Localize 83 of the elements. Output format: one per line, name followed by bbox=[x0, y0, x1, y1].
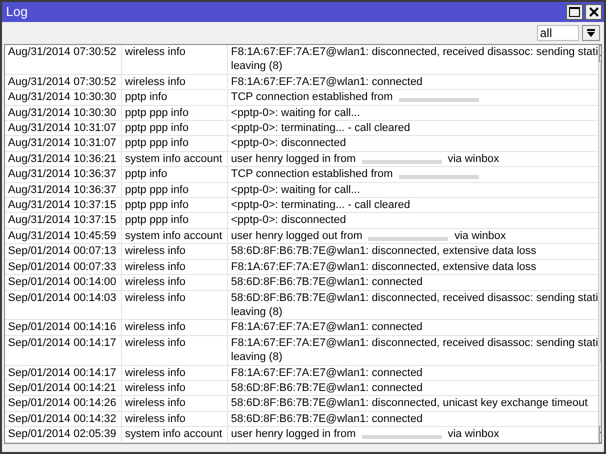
time-cell: Sep/01/2014 00:14:03 bbox=[5, 290, 122, 320]
time-cell: Aug/31/2014 10:30:30 bbox=[5, 106, 122, 120]
topics-cell: wireless info bbox=[122, 336, 228, 365]
time-cell: Sep/01/2014 00:14:17 bbox=[5, 366, 122, 380]
window-title: Log bbox=[6, 3, 28, 22]
message-text: 58:6D:8F:B6:7B:7E@wlan1: disconnected, unicast key exchange timeout bbox=[231, 396, 588, 411]
message-text: <pptp-0>: waiting for call... bbox=[231, 106, 360, 120]
message-text: 58:6D:8F:B6:7B:7E@wlan1: connected bbox=[231, 275, 423, 290]
time-cell: Aug/31/2014 07:30:52 bbox=[5, 45, 122, 74]
maximize-icon bbox=[569, 7, 580, 17]
topics-cell: pptp ppp info bbox=[122, 136, 228, 151]
topics-cell: wireless info bbox=[122, 366, 228, 380]
message-text: leaving (8) bbox=[231, 59, 282, 74]
topics-cell: pptp ppp info bbox=[122, 213, 228, 228]
message-text: leaving (8) bbox=[231, 350, 282, 365]
message-text: <pptp-0>: waiting for call... bbox=[231, 182, 360, 198]
time-cell: Sep/01/2014 00:14:00 bbox=[5, 275, 122, 290]
topics-cell: wireless info bbox=[122, 275, 228, 290]
message-text: F8:1A:67:EF:7A:E7@wlan1: disconnected, received disassoc: sending stati bbox=[231, 45, 598, 60]
maximize-button[interactable] bbox=[566, 4, 583, 20]
topics-cell: pptp info bbox=[122, 167, 228, 182]
time-cell: Aug/31/2014 10:36:37 bbox=[5, 182, 122, 198]
time-cell: Aug/31/2014 07:30:52 bbox=[5, 74, 122, 90]
time-cell: Aug/31/2014 10:31:07 bbox=[5, 136, 122, 151]
topics-cell: pptp ppp info bbox=[122, 182, 228, 198]
message-text: user henry logged in from bbox=[231, 427, 356, 442]
topics-cell: wireless info bbox=[122, 412, 228, 426]
topics-cell: pptp ppp info bbox=[122, 198, 228, 212]
close-button[interactable] bbox=[585, 4, 602, 20]
topics-cell: wireless info bbox=[122, 320, 228, 335]
message-text: F8:1A:67:EF:7A:E7@wlan1: disconnected, extensive data loss bbox=[231, 260, 536, 274]
time-cell: Aug/31/2014 10:37:15 bbox=[5, 213, 122, 228]
time-cell: Sep/01/2014 02:05:39 bbox=[5, 427, 122, 442]
topics-cell: system info account bbox=[122, 427, 228, 442]
message-text: <pptp-0>: disconnected bbox=[231, 213, 346, 228]
time-cell: Sep/01/2014 00:14:17 bbox=[5, 336, 122, 365]
topics-cell: wireless info bbox=[122, 74, 228, 90]
message-text: via winbox bbox=[448, 427, 500, 442]
topics-cell: pptp ppp info bbox=[122, 106, 228, 120]
dropdown-button[interactable] bbox=[582, 25, 600, 41]
topics-cell: wireless info bbox=[122, 380, 228, 396]
topics-cell: wireless info bbox=[122, 260, 228, 274]
message-text: user henry logged in from bbox=[231, 152, 356, 166]
message-text: F8:1A:67:EF:7A:E7@wlan1: connected bbox=[231, 74, 423, 90]
time-cell: Sep/01/2014 00:14:26 bbox=[5, 396, 122, 411]
down-arrow-icon bbox=[587, 28, 595, 38]
message-text: via winbox bbox=[454, 228, 506, 244]
message-text: TCP connection established from bbox=[231, 167, 393, 182]
message-text: <pptp-0>: terminating... - call cleared bbox=[231, 198, 410, 212]
message-text: leaving (8) bbox=[231, 304, 282, 320]
time-cell: Aug/31/2014 10:37:15 bbox=[5, 198, 122, 212]
message-text: 58:6D:8F:B6:7B:7E@wlan1: connected bbox=[231, 412, 423, 426]
time-cell: Aug/31/2014 10:30:30 bbox=[5, 90, 122, 105]
time-cell: Sep/01/2014 00:14:21 bbox=[5, 380, 122, 396]
message-text: 58:6D:8F:B6:7B:7E@wlan1: connected bbox=[231, 380, 423, 396]
time-cell: Sep/01/2014 00:14:16 bbox=[5, 320, 122, 335]
topics-cell: wireless info bbox=[122, 244, 228, 259]
message-text: 58:6D:8F:B6:7B:7E@wlan1: disconnected, received disassoc: sending stati bbox=[231, 290, 598, 305]
topics-cell: pptp ppp info bbox=[122, 121, 228, 136]
message-text: 58:6D:8F:B6:7B:7E@wlan1: disconnected, extensive data loss bbox=[231, 244, 536, 259]
time-cell: Sep/01/2014 00:07:13 bbox=[5, 244, 122, 259]
time-cell: Aug/31/2014 10:45:59 bbox=[5, 228, 122, 244]
message-text: <pptp-0>: disconnected bbox=[231, 136, 346, 151]
topics-cell: pptp info bbox=[122, 90, 228, 105]
topics-cell: wireless info bbox=[122, 45, 228, 74]
close-icon bbox=[588, 7, 598, 17]
topics-cell: system info account bbox=[122, 152, 228, 166]
time-cell: Aug/31/2014 10:36:21 bbox=[5, 152, 122, 166]
message-text: F8:1A:67:EF:7A:E7@wlan1: connected bbox=[231, 320, 423, 335]
filter-dropdown[interactable]: all bbox=[537, 25, 579, 41]
time-cell: Sep/01/2014 00:07:33 bbox=[5, 260, 122, 274]
topics-cell: system info account bbox=[122, 228, 228, 244]
message-text: F8:1A:67:EF:7A:E7@wlan1: disconnected, received disassoc: sending stati bbox=[231, 336, 598, 350]
message-text: F8:1A:67:EF:7A:E7@wlan1: connected bbox=[231, 366, 423, 380]
message-text: <pptp-0>: terminating... - call cleared bbox=[231, 121, 410, 136]
time-cell: Aug/31/2014 10:31:07 bbox=[5, 121, 122, 136]
message-text: TCP connection established from bbox=[231, 90, 393, 105]
message-text: via winbox bbox=[448, 152, 500, 166]
time-cell: Sep/01/2014 00:14:32 bbox=[5, 412, 122, 426]
topics-cell: wireless info bbox=[122, 290, 228, 320]
message-text: user henry logged out from bbox=[231, 228, 362, 244]
topics-cell: wireless info bbox=[122, 396, 228, 411]
time-cell: Aug/31/2014 10:36:37 bbox=[5, 167, 122, 182]
